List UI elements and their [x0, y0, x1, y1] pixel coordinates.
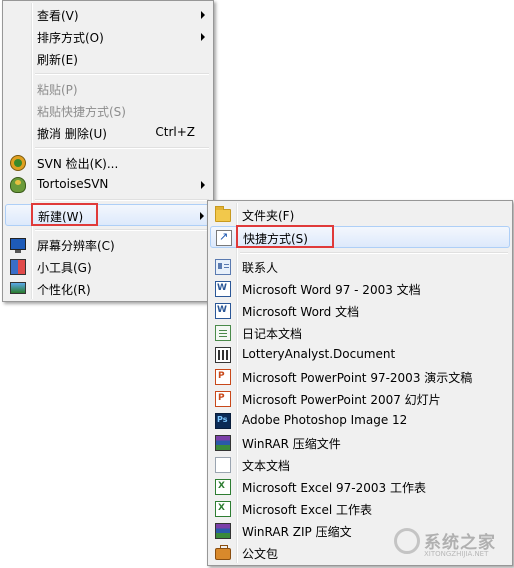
- menu-item-label: Microsoft Word 97 - 2003 文档: [242, 283, 421, 297]
- menu-item-svn-checkout[interactable]: SVN 检出(K)...: [5, 152, 211, 174]
- menu-item-sort-by[interactable]: 排序方式(O): [5, 26, 211, 48]
- menu-item-label: 粘贴快捷方式(S): [37, 105, 126, 119]
- menu-item-label: WinRAR 压缩文件: [242, 437, 341, 451]
- menu-item-label: 粘贴(P): [37, 83, 78, 97]
- submenu-arrow-icon: [201, 11, 205, 19]
- menu-separator: [35, 147, 209, 149]
- desktop-context-menu: 查看(V) 排序方式(O) 刷新(E) 粘贴(P) 粘贴快捷方式(S) 撤消 删…: [2, 0, 214, 302]
- new-submenu: 文件夹(F) 快捷方式(S) 联系人 Microsoft Word 97 - 2…: [207, 200, 513, 566]
- submenu-arrow-icon: [201, 181, 205, 189]
- contact-icon: [215, 259, 231, 275]
- lottery-icon: [215, 347, 231, 363]
- menu-item-label: 刷新(E): [37, 53, 78, 67]
- menu-item-label: 查看(V): [37, 9, 79, 23]
- menu-item-label: LotteryAnalyst.Document: [242, 347, 396, 361]
- menu-item-label: 排序方式(O): [37, 31, 104, 45]
- menu-item-label: 文件夹(F): [242, 209, 295, 223]
- watermark-subtitle: XITONGZHIJIA.NET: [424, 550, 489, 558]
- menu-separator: [35, 73, 209, 75]
- menu-item-personalize[interactable]: 个性化(R): [5, 278, 211, 300]
- menu-item-label: WinRAR ZIP 压缩文: [242, 525, 352, 539]
- photoshop-icon: [215, 413, 231, 429]
- menu-separator: [35, 199, 209, 201]
- journal-icon: [215, 325, 231, 341]
- menu-item-tortoisesvn[interactable]: TortoiseSVN: [5, 174, 211, 196]
- tortoisesvn-icon: [10, 177, 26, 193]
- menu-item-paste-shortcut[interactable]: 粘贴快捷方式(S): [5, 100, 211, 122]
- submenu-item-winrar[interactable]: WinRAR 压缩文件: [210, 432, 510, 454]
- submenu-item-folder[interactable]: 文件夹(F): [210, 204, 510, 226]
- menu-item-view[interactable]: 查看(V): [5, 4, 211, 26]
- menu-item-label: 新建(W): [38, 210, 84, 224]
- menu-item-label: Microsoft Excel 工作表: [242, 503, 373, 517]
- submenu-item-excel[interactable]: Microsoft Excel 工作表: [210, 498, 510, 520]
- submenu-item-text-document[interactable]: 文本文档: [210, 454, 510, 476]
- menu-item-paste[interactable]: 粘贴(P): [5, 78, 211, 100]
- submenu-item-powerpoint-2007[interactable]: Microsoft PowerPoint 2007 幻灯片: [210, 388, 510, 410]
- menu-separator: [240, 252, 508, 254]
- menu-item-label: 联系人: [242, 261, 279, 275]
- menu-item-refresh[interactable]: 刷新(E): [5, 48, 211, 70]
- menu-item-label: 个性化(R): [37, 283, 91, 297]
- excel-icon: [215, 479, 231, 495]
- menu-item-label: Microsoft Word 文档: [242, 305, 360, 319]
- powerpoint-icon: [215, 369, 231, 385]
- excel-icon: [215, 501, 231, 517]
- monitor-icon: [10, 238, 26, 253]
- menu-item-new[interactable]: 新建(W): [5, 204, 211, 226]
- menu-item-label: SVN 检出(K)...: [37, 157, 119, 171]
- watermark-logo-icon: [394, 528, 420, 554]
- personalize-icon: [10, 282, 26, 294]
- menu-item-label: Microsoft PowerPoint 2007 幻灯片: [242, 393, 441, 407]
- winrar-zip-icon: [215, 523, 231, 539]
- menu-item-label: 快捷方式(S): [243, 232, 308, 246]
- submenu-item-excel-97-2003[interactable]: Microsoft Excel 97-2003 工作表: [210, 476, 510, 498]
- svn-checkout-icon: [10, 155, 26, 171]
- submenu-item-powerpoint-97-2003[interactable]: Microsoft PowerPoint 97-2003 演示文稿: [210, 366, 510, 388]
- folder-icon: [215, 206, 231, 222]
- menu-item-gadgets[interactable]: 小工具(G): [5, 256, 211, 278]
- menu-separator: [35, 229, 209, 231]
- menu-item-label: 文本文档: [242, 459, 291, 473]
- winrar-icon: [215, 435, 231, 451]
- menu-item-label: 公文包: [242, 547, 279, 561]
- text-document-icon: [215, 457, 231, 473]
- menu-item-label: 日记本文档: [242, 327, 303, 341]
- menu-item-shortcut: Ctrl+Z: [155, 125, 195, 139]
- menu-item-label: 小工具(G): [37, 261, 92, 275]
- submenu-arrow-icon: [201, 33, 205, 41]
- word-icon: [215, 281, 231, 297]
- gadget-icon: [10, 259, 26, 275]
- submenu-item-journal[interactable]: 日记本文档: [210, 322, 510, 344]
- powerpoint-icon: [215, 391, 231, 407]
- menu-item-undo-delete[interactable]: 撤消 删除(U) Ctrl+Z: [5, 122, 211, 144]
- menu-item-label: Microsoft Excel 97-2003 工作表: [242, 481, 426, 495]
- menu-item-label: 撤消 删除(U): [37, 127, 107, 141]
- submenu-item-contact[interactable]: 联系人: [210, 256, 510, 278]
- submenu-item-word[interactable]: Microsoft Word 文档: [210, 300, 510, 322]
- shortcut-icon: [216, 230, 232, 246]
- briefcase-icon: [215, 545, 231, 560]
- watermark: 系统之家 XITONGZHIJIA.NET: [388, 522, 508, 566]
- submenu-item-photoshop[interactable]: Adobe Photoshop Image 12: [210, 410, 510, 432]
- submenu-arrow-icon: [200, 212, 204, 220]
- word-icon: [215, 303, 231, 319]
- menu-item-label: Adobe Photoshop Image 12: [242, 413, 408, 427]
- submenu-item-lotteryanalyst[interactable]: LotteryAnalyst.Document: [210, 344, 510, 366]
- menu-item-label: TortoiseSVN: [37, 177, 109, 191]
- menu-item-screen-resolution[interactable]: 屏幕分辨率(C): [5, 234, 211, 256]
- submenu-item-word-97-2003[interactable]: Microsoft Word 97 - 2003 文档: [210, 278, 510, 300]
- menu-item-label: 屏幕分辨率(C): [37, 239, 115, 253]
- submenu-item-shortcut[interactable]: 快捷方式(S): [210, 226, 510, 248]
- menu-item-label: Microsoft PowerPoint 97-2003 演示文稿: [242, 371, 473, 385]
